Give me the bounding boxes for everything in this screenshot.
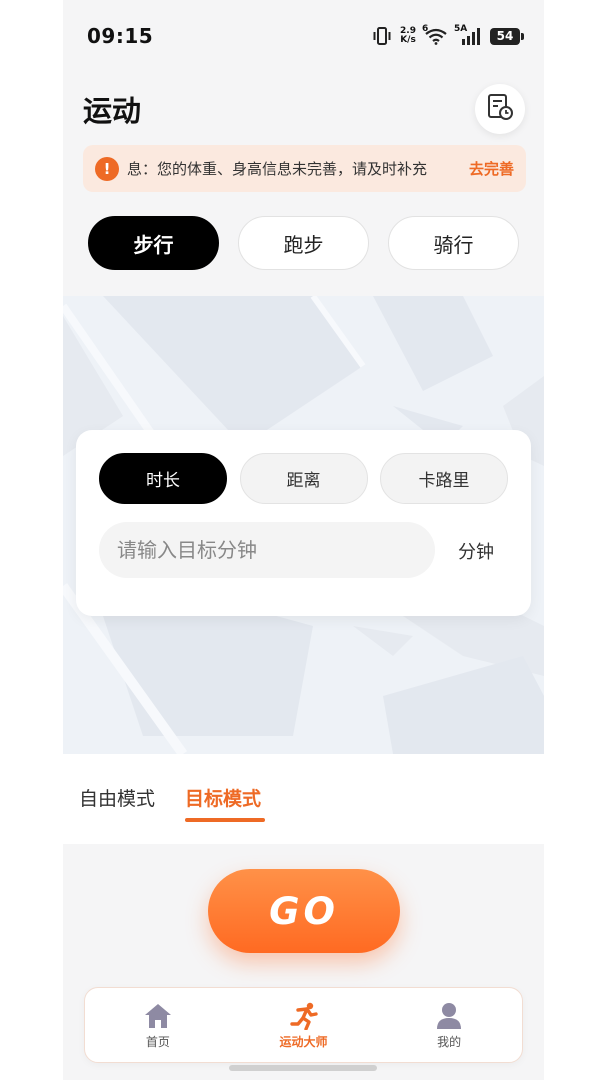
nav-item-home[interactable]: 首页 xyxy=(85,988,231,1062)
nav-item-sport-master[interactable]: 运动大师 xyxy=(231,988,377,1062)
status-bar: 09:15 2.9 K/s 6 5A 54 xyxy=(63,0,544,72)
phone-screen: 09:15 2.9 K/s 6 5A 54 运动 ! 息：您的体重、身高信息未完… xyxy=(0,0,607,1080)
tab-distance[interactable]: 距离 xyxy=(239,453,368,504)
nav-label-home: 首页 xyxy=(145,1034,170,1049)
active-mode-indicator xyxy=(185,818,265,822)
goal-type-tabs: 时长 距离 卡路里 xyxy=(99,453,508,504)
home-indicator[interactable] xyxy=(229,1065,377,1071)
status-time: 09:15 xyxy=(87,24,154,48)
sport-type-tabs: 步行 跑步 骑行 xyxy=(88,216,519,270)
tab-duration[interactable]: 时长 xyxy=(99,453,227,504)
page-title: 运动 xyxy=(83,94,142,128)
complete-profile-link[interactable]: 去完善 xyxy=(469,158,514,179)
notice-text: 息：您的体重、身高信息未完善，请及时补充 xyxy=(127,160,428,178)
tab-cycling[interactable]: 骑行 xyxy=(388,216,519,270)
tab-calories[interactable]: 卡路里 xyxy=(380,453,508,504)
tab-free-mode[interactable]: 自由模式 xyxy=(79,784,155,811)
app-frame: 09:15 2.9 K/s 6 5A 54 运动 ! 息：您的体重、身高信息未完… xyxy=(63,0,544,1080)
go-button[interactable]: GO xyxy=(208,869,400,953)
running-icon xyxy=(289,1001,319,1031)
tab-running[interactable]: 跑步 xyxy=(238,216,369,270)
battery-indicator: 54 xyxy=(490,27,524,45)
wifi-label: 6 xyxy=(422,24,429,34)
signal-label: 5A xyxy=(454,24,468,34)
wifi-icon: 6 xyxy=(422,24,448,46)
history-record-button[interactable] xyxy=(475,84,525,134)
goal-unit-label: 分钟 xyxy=(458,542,494,563)
warning-icon: ! xyxy=(95,156,119,181)
signal-icon: 5A xyxy=(454,24,482,46)
nav-item-mine[interactable]: 我的 xyxy=(376,988,522,1062)
nav-label-mine: 我的 xyxy=(437,1034,462,1049)
user-icon xyxy=(434,1001,464,1031)
nav-label-sport-master: 运动大师 xyxy=(279,1034,328,1049)
tab-walking[interactable]: 步行 xyxy=(88,216,219,270)
goal-setting-card: 时长 距离 卡路里 分钟 xyxy=(76,430,531,616)
status-icons: 2.9 K/s 6 5A 54 xyxy=(372,24,524,46)
goal-minutes-input[interactable] xyxy=(99,522,435,578)
mode-tabs: 自由模式 目标模式 xyxy=(63,754,544,844)
network-speed: 2.9 K/s xyxy=(400,26,416,46)
history-record-icon xyxy=(486,93,514,125)
home-icon xyxy=(143,1001,173,1031)
bottom-navigation: 首页 运动大师 我的 xyxy=(84,987,523,1063)
profile-notice-banner: ! 息：您的体重、身高信息未完善，请及时补充 去完善 xyxy=(83,145,526,192)
tab-target-mode[interactable]: 目标模式 xyxy=(185,784,261,811)
vibrate-icon xyxy=(372,26,392,46)
network-speed-unit: K/s xyxy=(400,35,416,45)
